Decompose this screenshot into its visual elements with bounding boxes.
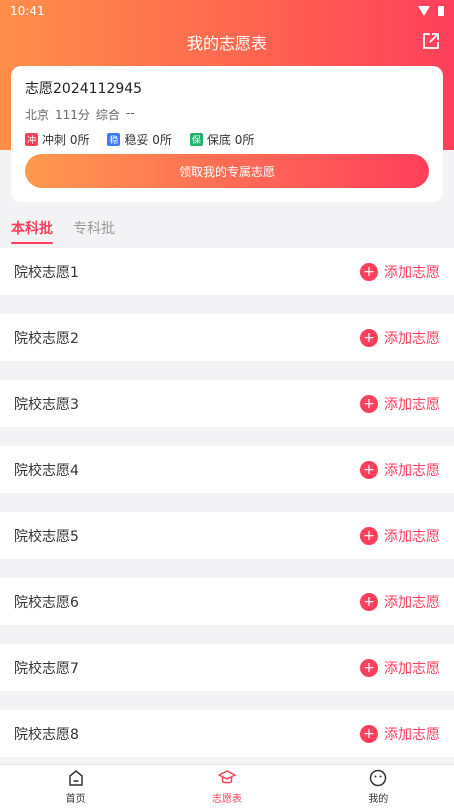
plus-icon: + xyxy=(360,658,378,677)
add-label: 添加志愿 xyxy=(384,660,440,677)
nav-home[interactable]: 首页 xyxy=(0,765,151,808)
share-icon[interactable] xyxy=(422,32,440,50)
add-volunteer-button[interactable]: + 添加志愿 xyxy=(360,526,440,546)
list-item: 院校志愿5 + 添加志愿 xyxy=(0,512,454,559)
add-label: 添加志愿 xyxy=(384,528,440,545)
list-item: 院校志愿1 + 添加志愿 xyxy=(0,248,454,295)
plus-icon: + xyxy=(360,724,378,743)
add-label: 添加志愿 xyxy=(384,726,440,743)
row-label: 院校志愿6 xyxy=(14,594,79,611)
nav-volunteer-table[interactable]: 志愿表 xyxy=(151,765,302,808)
row-label: 院校志愿3 xyxy=(14,396,79,413)
meta-region: 北京 xyxy=(25,108,50,122)
count-rush: 冲 冲刺 0所 xyxy=(25,131,89,148)
count-safe: 保 保底 0所 xyxy=(189,131,255,148)
plus-icon: + xyxy=(360,262,378,281)
add-volunteer-button[interactable]: + 添加志愿 xyxy=(360,460,440,480)
batch-tabs: 本科批 专科批 xyxy=(11,218,115,244)
status-icons xyxy=(418,6,444,16)
count-summary: 冲 冲刺 0所 稳 稳妥 0所 保 保底 0所 xyxy=(25,131,429,148)
nav-mine-label: 我的 xyxy=(368,793,389,805)
add-volunteer-button[interactable]: + 添加志愿 xyxy=(360,592,440,612)
bottom-nav: 首页 志愿表 我的 xyxy=(0,764,454,808)
count-steady: 稳 稳妥 0所 xyxy=(107,131,172,148)
add-label: 添加志愿 xyxy=(384,594,440,611)
battery-icon xyxy=(438,6,444,16)
steady-tag-icon: 稳 xyxy=(107,133,121,146)
row-label: 院校志愿2 xyxy=(14,330,79,347)
tab-junior-college[interactable]: 专科批 xyxy=(73,218,115,244)
card-meta: 北京 111分 综合 -- xyxy=(25,106,429,123)
add-volunteer-button[interactable]: + 添加志愿 xyxy=(360,658,440,678)
rush-tag-icon: 冲 xyxy=(25,133,38,146)
count-rush-label: 冲刺 0所 xyxy=(42,133,90,147)
volunteer-list: 院校志愿1 + 添加志愿 院校志愿2 + 添加志愿 院校志愿3 + 添加志愿 院… xyxy=(0,248,454,776)
add-label: 添加志愿 xyxy=(384,264,440,281)
tab-undergraduate[interactable]: 本科批 xyxy=(11,218,53,244)
graduation-cap-icon xyxy=(218,769,236,783)
plus-icon: + xyxy=(360,394,378,413)
volunteer-card: 志愿2024112945 北京 111分 综合 -- 冲 冲刺 0所 稳 稳妥 … xyxy=(11,66,443,202)
meta-score: 111分 xyxy=(55,108,90,122)
list-item: 院校志愿8 + 添加志愿 xyxy=(0,710,454,757)
list-item: 院校志愿2 + 添加志愿 xyxy=(0,314,454,361)
home-icon xyxy=(68,769,83,786)
status-bar: 10:41 xyxy=(0,0,454,22)
page-title: 我的志愿表 xyxy=(186,34,267,53)
list-item: 院校志愿6 + 添加志愿 xyxy=(0,578,454,625)
count-steady-label: 稳妥 0所 xyxy=(124,133,172,147)
row-label: 院校志愿5 xyxy=(14,528,79,545)
meta-extra: -- xyxy=(125,106,135,120)
row-label: 院校志愿4 xyxy=(14,462,79,479)
status-time: 10:41 xyxy=(10,4,45,18)
plus-icon: + xyxy=(360,460,378,479)
add-label: 添加志愿 xyxy=(384,396,440,413)
volunteer-id: 志愿2024112945 xyxy=(25,81,143,97)
row-label: 院校志愿7 xyxy=(14,660,79,677)
count-safe-label: 保底 0所 xyxy=(206,133,255,147)
plus-icon: + xyxy=(360,526,378,545)
nav-home-label: 首页 xyxy=(65,793,86,805)
row-label: 院校志愿1 xyxy=(14,264,79,281)
list-item: 院校志愿7 + 添加志愿 xyxy=(0,644,454,691)
add-label: 添加志愿 xyxy=(384,462,440,479)
wifi-icon xyxy=(418,6,430,16)
meta-subject: 综合 xyxy=(95,108,120,122)
add-label: 添加志愿 xyxy=(384,330,440,347)
list-item: 院校志愿3 + 添加志愿 xyxy=(0,380,454,427)
add-volunteer-button[interactable]: + 添加志愿 xyxy=(360,262,440,282)
add-volunteer-button[interactable]: + 添加志愿 xyxy=(360,724,440,744)
add-volunteer-button[interactable]: + 添加志愿 xyxy=(360,394,440,414)
list-item: 院校志愿4 + 添加志愿 xyxy=(0,446,454,493)
smile-icon xyxy=(370,769,387,786)
row-label: 院校志愿8 xyxy=(14,726,79,743)
nav-volunteer-label: 志愿表 xyxy=(211,793,242,805)
add-volunteer-button[interactable]: + 添加志愿 xyxy=(360,328,440,348)
plus-icon: + xyxy=(360,592,378,611)
nav-mine[interactable]: 我的 xyxy=(303,765,454,808)
safe-tag-icon: 保 xyxy=(189,133,203,146)
plus-icon: + xyxy=(360,328,378,347)
get-exclusive-plan-button[interactable]: 领取我的专属志愿 xyxy=(25,154,429,188)
